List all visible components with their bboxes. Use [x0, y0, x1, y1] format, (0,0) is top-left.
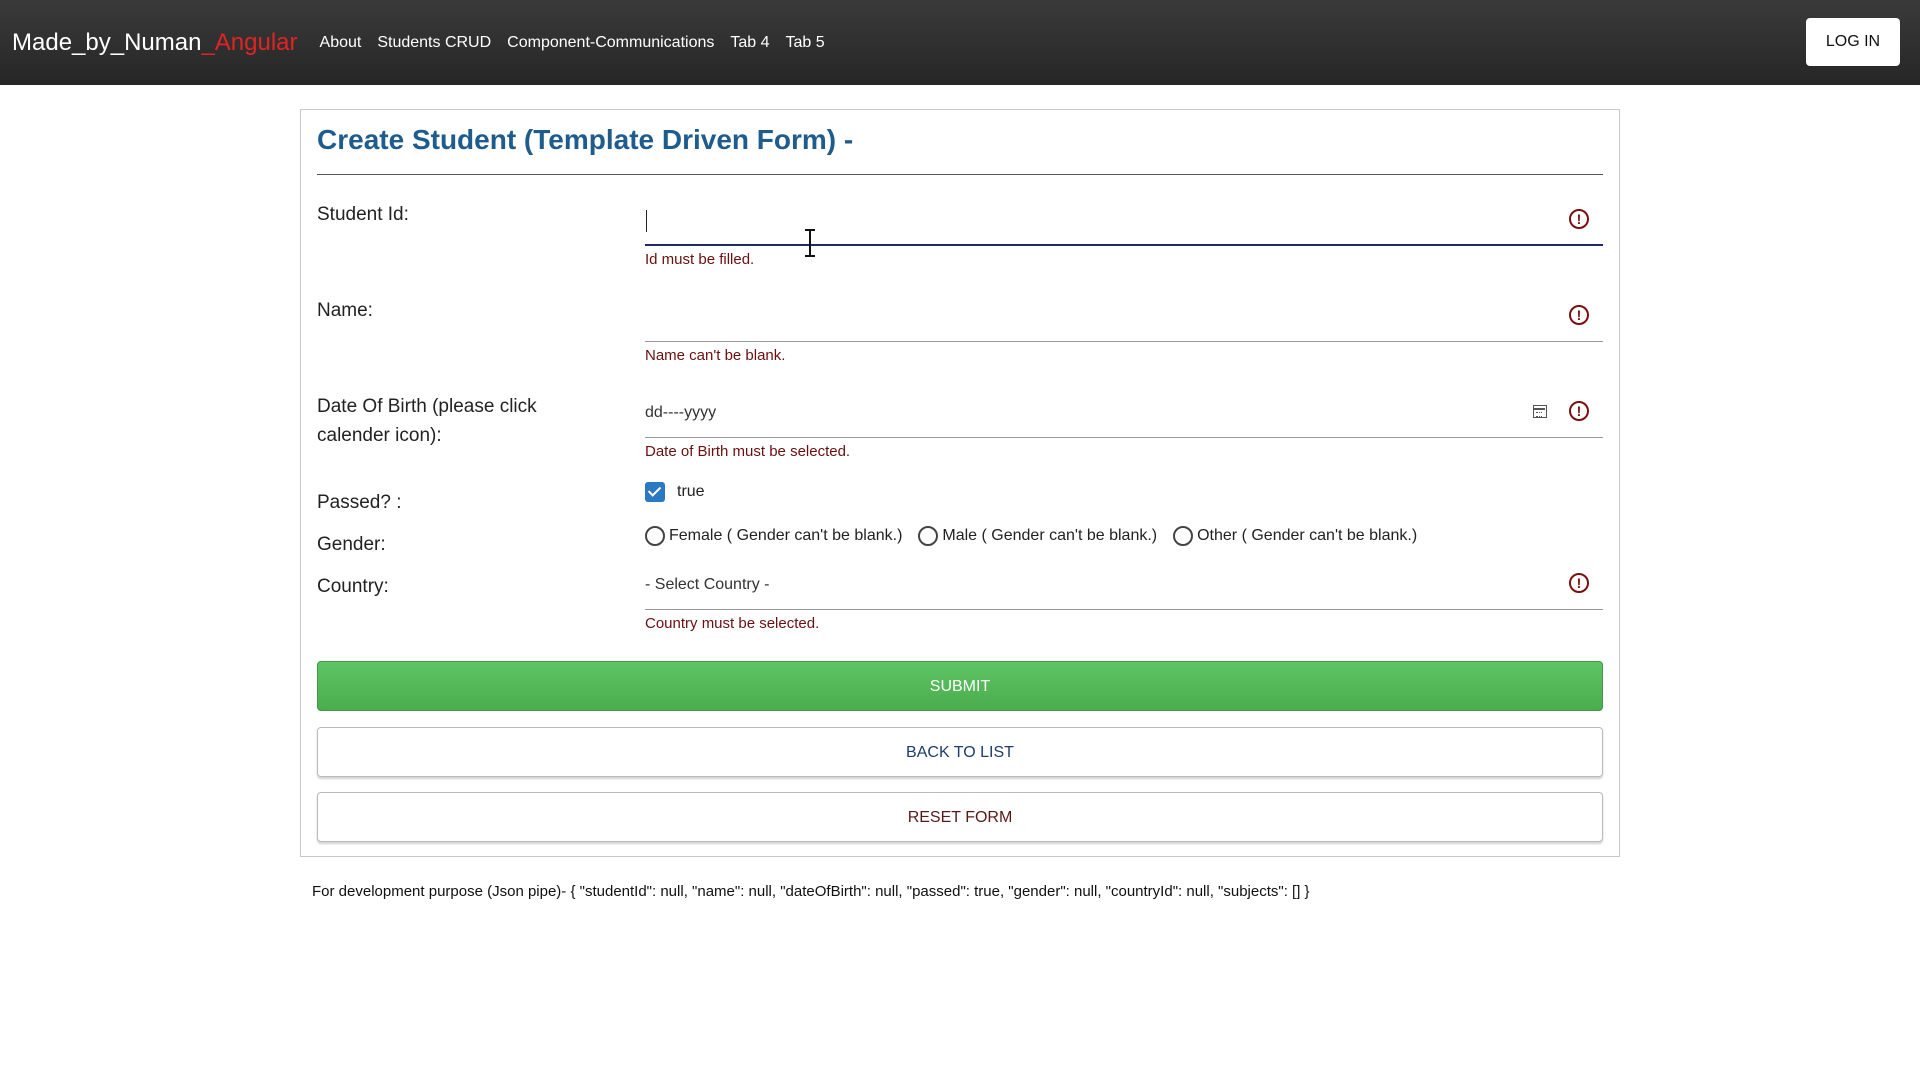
- gender-female-label: Female ( Gender can't be blank.): [669, 527, 903, 544]
- submit-button[interactable]: SUBMIT: [317, 661, 1603, 711]
- radio-circle[interactable]: [1173, 526, 1194, 546]
- passed-checkbox-label: true: [677, 483, 705, 500]
- nav-link-tab-5[interactable]: Tab 5: [786, 34, 825, 52]
- top-navbar: Made_by_Numan_Angular About Students CRU…: [0, 0, 1920, 85]
- reset-form-button[interactable]: RESET FORM: [317, 792, 1603, 842]
- name-error: Name can't be blank.: [645, 347, 786, 364]
- dob-field[interactable]: dd----yyyy !: [645, 390, 1603, 438]
- name-error-icon: !: [1569, 305, 1589, 325]
- nav-link-tab-4[interactable]: Tab 4: [730, 34, 769, 52]
- name-field: !: [645, 294, 1603, 342]
- name-input[interactable]: [645, 302, 1505, 334]
- country-error: Country must be selected.: [645, 615, 820, 632]
- title-divider: [317, 174, 1603, 175]
- gender-radio-female[interactable]: Female ( Gender can't be blank.): [645, 526, 902, 546]
- radio-circle[interactable]: [645, 526, 665, 546]
- student-id-label: Student Id:: [317, 204, 409, 225]
- country-error-icon: !: [1569, 573, 1589, 593]
- gender-radio-group: Female ( Gender can't be blank.) Male ( …: [645, 524, 1433, 548]
- dob-label-line-2: calender icon):: [317, 425, 442, 446]
- dob-error-icon: !: [1569, 401, 1589, 421]
- text-caret: [646, 210, 647, 232]
- passed-checkbox[interactable]: [645, 482, 665, 502]
- gender-other-label: Other ( Gender can't be blank.): [1197, 527, 1418, 544]
- student-id-error-icon: !: [1569, 209, 1589, 229]
- student-id-field: !: [645, 198, 1603, 246]
- dob-label: Date Of Birth (please click calender ico…: [317, 392, 537, 450]
- country-select[interactable]: - Select Country - !: [645, 562, 1603, 610]
- calendar-icon[interactable]: [1533, 405, 1547, 418]
- form-title: Create Student (Template Driven Form) -: [317, 124, 854, 155]
- nav-link-students-crud[interactable]: Students CRUD: [377, 34, 491, 52]
- student-id-input[interactable]: [645, 206, 1505, 238]
- gender-male-label: Male ( Gender can't be blank.): [942, 527, 1158, 544]
- country-label: Country:: [317, 576, 389, 597]
- back-to-list-button[interactable]: BACK TO LIST: [317, 727, 1603, 777]
- name-label: Name:: [317, 300, 373, 321]
- dob-placeholder: dd----yyyy: [645, 404, 717, 421]
- create-student-form-card: Create Student (Template Driven Form) - …: [300, 109, 1620, 857]
- radio-circle[interactable]: [918, 526, 939, 546]
- nav-link-component-communications[interactable]: Component-Communications: [507, 34, 714, 52]
- dev-json-output: For development purpose (Json pipe)- { "…: [312, 883, 1310, 900]
- country-selected-value: - Select Country -: [645, 576, 770, 593]
- passed-label: Passed? :: [317, 492, 402, 513]
- nav-link-about[interactable]: About: [320, 34, 362, 52]
- mouse-text-cursor-icon: [805, 229, 815, 259]
- login-button[interactable]: LOG IN: [1806, 18, 1900, 66]
- student-id-error: Id must be filled.: [645, 251, 755, 268]
- brand-main-text: Made_by_Numan: [12, 28, 202, 56]
- brand-accent-text: _Angular: [201, 28, 298, 56]
- gender-label: Gender:: [317, 534, 386, 555]
- dob-error: Date of Birth must be selected.: [645, 443, 851, 460]
- dob-label-line-1: Date Of Birth (please click: [317, 396, 537, 417]
- gender-radio-other[interactable]: Other ( Gender can't be blank.): [1173, 526, 1417, 546]
- brand-logo[interactable]: Made_by_Numan_Angular: [12, 29, 298, 57]
- gender-radio-male[interactable]: Male ( Gender can't be blank.): [918, 526, 1157, 546]
